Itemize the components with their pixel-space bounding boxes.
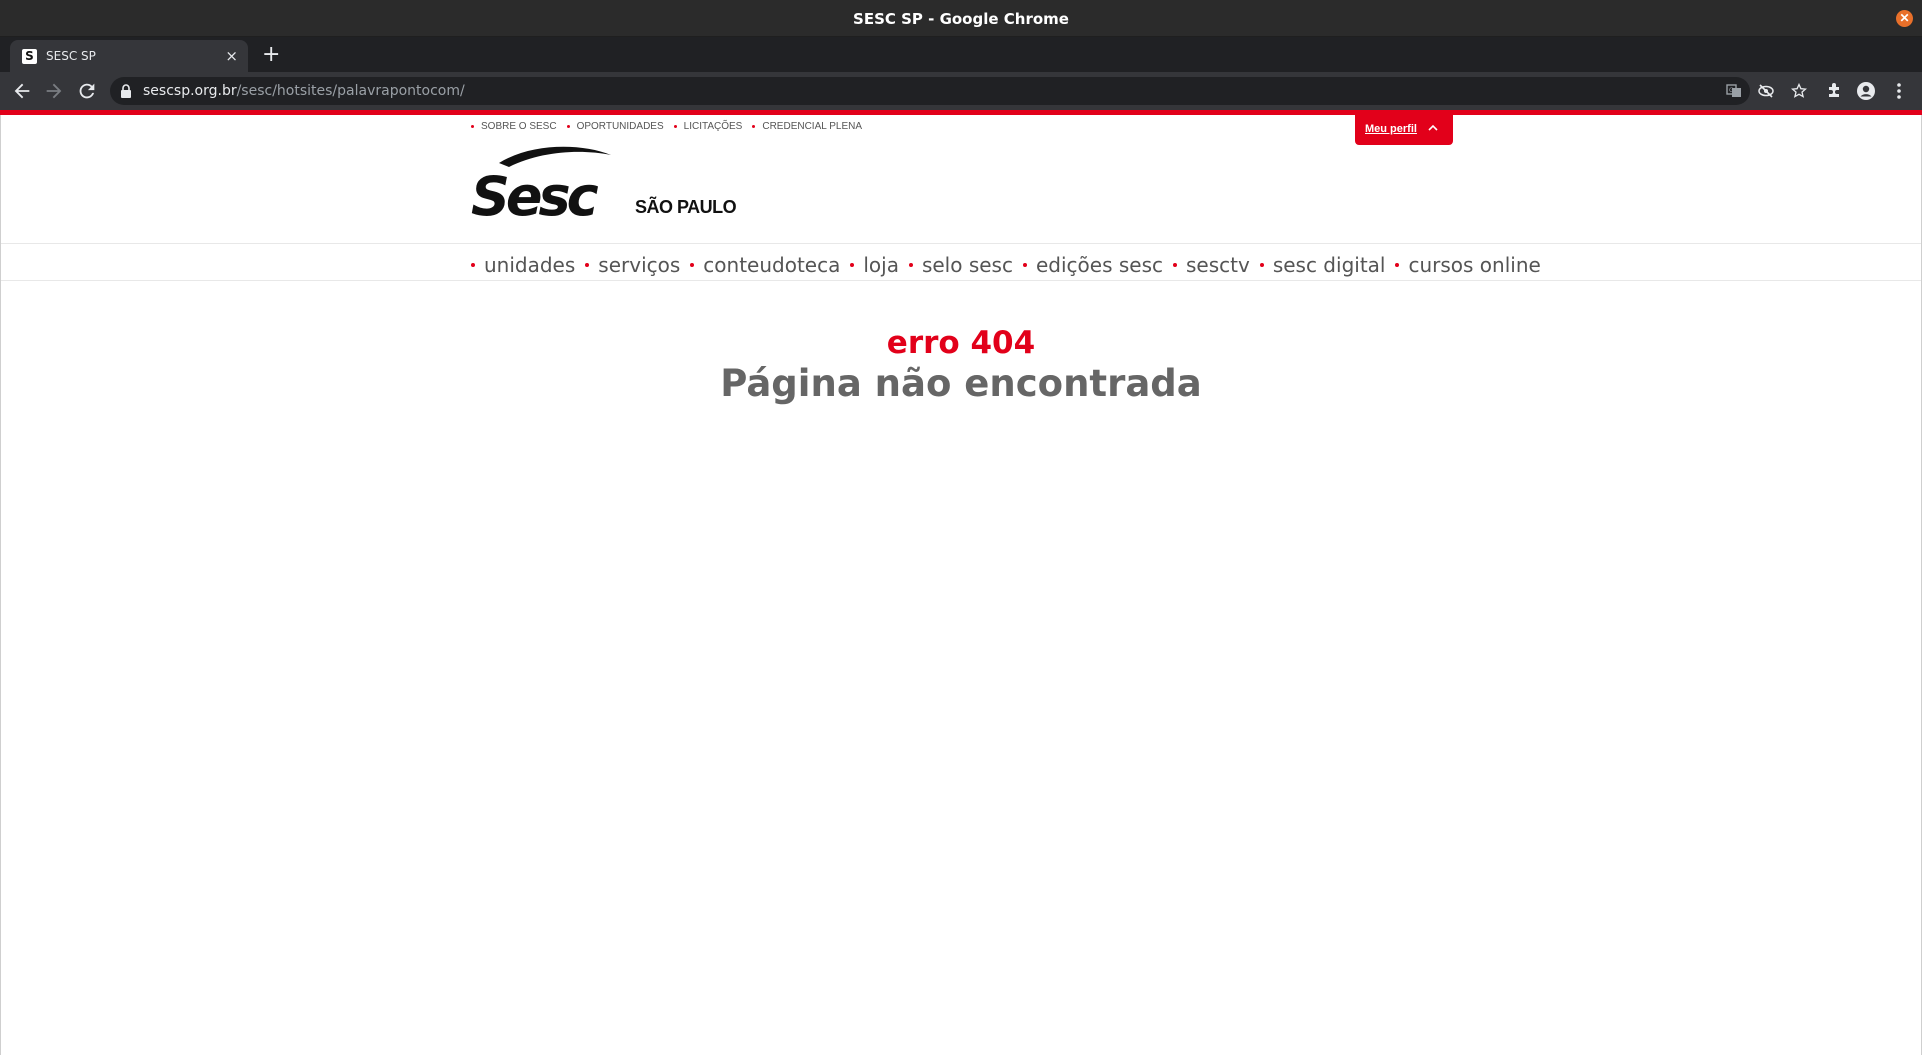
window-title: SESC SP - Google Chrome: [853, 10, 1069, 28]
bullet-icon: [1259, 263, 1264, 267]
mainnav-label: edições sesc: [1035, 253, 1163, 277]
main-nav: unidades serviços conteudoteca loja selo…: [471, 253, 1541, 277]
window-close-button[interactable]: ✕: [1896, 10, 1913, 27]
tab-title: SESC SP: [46, 49, 96, 63]
bullet-icon: [850, 263, 855, 267]
mainnav-item-unidades[interactable]: unidades: [471, 253, 575, 277]
mainnav-item-conteudoteca[interactable]: conteudoteca: [690, 253, 840, 277]
star-icon[interactable]: [1791, 83, 1807, 99]
address-bar[interactable]: sescsp.org.br/sesc/hotsites/palavraponto…: [110, 77, 1807, 105]
page-content: SOBRE O SESC OPORTUNIDADES LICITAÇÕES CR…: [0, 115, 1922, 1055]
error-message: Página não encontrada: [720, 362, 1202, 405]
mainnav-item-cursos-online[interactable]: cursos online: [1395, 253, 1541, 277]
topnav-item-licitacoes[interactable]: LICITAÇÕES: [673, 121, 743, 132]
topnav-label: OPORTUNIDADES: [576, 121, 664, 132]
mainnav-label: unidades: [484, 253, 576, 277]
bullet-icon: [1022, 263, 1027, 267]
logo-subtitle: SÃO PAULO: [635, 197, 737, 217]
bullet-icon: [585, 263, 590, 267]
kebab-menu-icon[interactable]: [1889, 81, 1909, 101]
browser-toolbar: sescsp.org.br/sesc/hotsites/palavraponto…: [0, 72, 1922, 110]
sesc-favicon-icon: S: [22, 49, 37, 64]
mainnav-label: loja: [863, 253, 899, 277]
bullet-icon: [690, 263, 695, 267]
tab-sesc-sp[interactable]: S SESC SP ×: [10, 40, 248, 72]
mainnav-label: sesc digital: [1272, 253, 1386, 277]
mainnav-item-sesctv[interactable]: sesctv: [1172, 253, 1250, 277]
main-nav-bar: unidades serviços conteudoteca loja selo…: [1, 243, 1921, 281]
url-path: /sesc/hotsites/palavrapontocom/: [236, 83, 465, 99]
forward-arrow-icon[interactable]: [43, 80, 65, 102]
eye-off-icon[interactable]: [1758, 83, 1774, 99]
url-text[interactable]: sescsp.org.br/sesc/hotsites/palavraponto…: [143, 83, 465, 99]
mainnav-label: selo sesc: [921, 253, 1013, 277]
sesc-logo[interactable]: Sesc: [471, 145, 616, 219]
puzzle-icon[interactable]: [1825, 81, 1845, 101]
topnav-item-sobre[interactable]: SOBRE O SESC: [471, 121, 557, 132]
mainnav-label: sesctv: [1185, 253, 1250, 277]
topnav-item-oportunidades[interactable]: OPORTUNIDADES: [566, 121, 664, 132]
mainnav-label: conteudoteca: [703, 253, 841, 277]
mainnav-label: serviços: [598, 253, 681, 277]
mainnav-item-loja[interactable]: loja: [850, 253, 899, 277]
chevron-up-icon: [1428, 124, 1438, 131]
topnav-label: SOBRE O SESC: [481, 121, 557, 132]
new-tab-button[interactable]: +: [262, 42, 280, 67]
mainnav-item-servicos[interactable]: serviços: [585, 253, 680, 277]
tab-close-icon[interactable]: ×: [225, 47, 238, 65]
url-domain: sescsp.org.br: [143, 83, 237, 99]
back-arrow-icon[interactable]: [11, 80, 33, 102]
logo-wordmark: Sesc: [471, 165, 599, 219]
bullet-icon: [471, 263, 475, 267]
topnav-label: CREDENCIAL PLENA: [762, 121, 863, 132]
bullet-icon: [1395, 263, 1400, 267]
bullet-icon: [471, 125, 474, 128]
top-utility-nav: SOBRE O SESC OPORTUNIDADES LICITAÇÕES CR…: [471, 121, 862, 132]
error-code: erro 404: [886, 325, 1036, 361]
bullet-icon: [673, 125, 677, 128]
mainnav-item-sesc-digital[interactable]: sesc digital: [1259, 253, 1386, 277]
mainnav-item-edicoes-sesc[interactable]: edições sesc: [1022, 253, 1163, 277]
bullet-icon: [566, 125, 570, 128]
svg-text:G: G: [1729, 87, 1734, 94]
topnav-item-credencial[interactable]: CREDENCIAL PLENA: [752, 121, 862, 132]
meu-perfil-label: Meu perfil: [1365, 123, 1417, 135]
bullet-icon: [1172, 263, 1177, 267]
mainnav-label: cursos online: [1408, 253, 1541, 277]
topnav-label: LICITAÇÕES: [683, 121, 743, 132]
reload-icon[interactable]: [76, 80, 98, 102]
translate-icon[interactable]: G: [1726, 83, 1742, 99]
lock-icon[interactable]: [120, 84, 132, 98]
meu-perfil-button[interactable]: Meu perfil: [1355, 115, 1453, 145]
tab-strip: S SESC SP × +: [0, 37, 1922, 72]
account-icon[interactable]: [1856, 81, 1876, 101]
mainnav-item-selo-sesc[interactable]: selo sesc: [908, 253, 1013, 277]
window-titlebar: SESC SP - Google Chrome ✕: [0, 0, 1922, 37]
bullet-icon: [752, 125, 756, 128]
bullet-icon: [908, 263, 913, 267]
